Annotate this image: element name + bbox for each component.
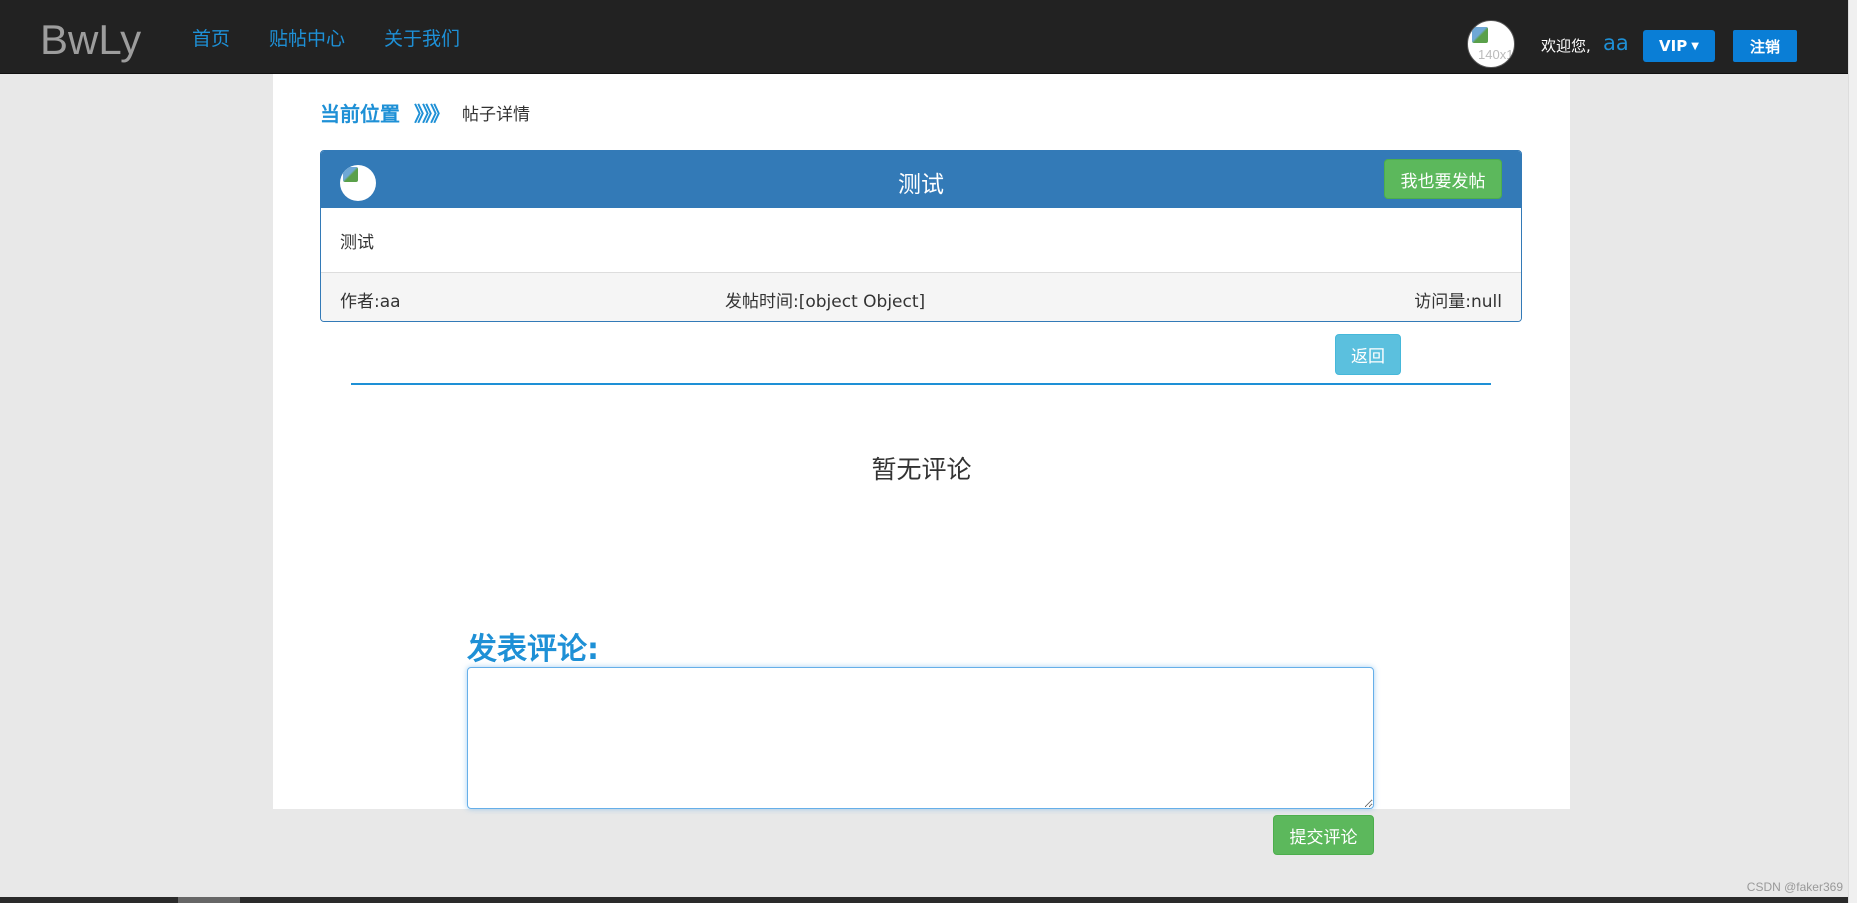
post-author: 作者:aa bbox=[340, 292, 401, 312]
post-content: 测试 bbox=[340, 233, 374, 253]
breadcrumb-label: 当前位置 bbox=[320, 102, 400, 126]
post-time: 发帖时间:[object Object] bbox=[725, 292, 926, 312]
vertical-scrollbar[interactable] bbox=[1848, 0, 1857, 903]
top-navbar: BwLy 首页 贴帖中心 关于我们 140x1 欢迎您, aa VIP ▼ 注销 bbox=[0, 0, 1848, 74]
nav-links: 首页 贴帖中心 关于我们 bbox=[192, 24, 499, 51]
avatar-alt-text: 140x1 bbox=[1478, 47, 1514, 62]
caret-down-icon: ▼ bbox=[1691, 40, 1699, 52]
section-divider bbox=[351, 383, 1491, 385]
back-button[interactable]: 返回 bbox=[1335, 334, 1401, 375]
main-container: 当前位置 》》》 帖子详情 测试 我也要发帖 测试 作者:aa 发帖时间:[ob… bbox=[273, 74, 1570, 809]
welcome-username[interactable]: aa bbox=[1603, 31, 1629, 55]
submit-comment-button[interactable]: 提交评论 bbox=[1273, 815, 1374, 855]
watermark-text: CSDN @faker369 bbox=[1746, 880, 1843, 894]
post-views: 访问量:null bbox=[1414, 292, 1502, 312]
new-post-button[interactable]: 我也要发帖 bbox=[1384, 159, 1502, 199]
vip-label: VIP bbox=[1659, 37, 1688, 55]
logout-button[interactable]: 注销 bbox=[1733, 30, 1797, 62]
breadcrumb-current: 帖子详情 bbox=[462, 105, 530, 125]
post-panel: 测试 我也要发帖 测试 作者:aa 发帖时间:[object Object] 访… bbox=[320, 150, 1522, 322]
vip-dropdown-button[interactable]: VIP ▼ bbox=[1643, 30, 1715, 62]
welcome-text: 欢迎您, bbox=[1541, 37, 1591, 55]
post-title: 测试 bbox=[898, 172, 944, 198]
post-panel-heading: 测试 我也要发帖 bbox=[321, 151, 1521, 208]
brand-logo[interactable]: BwLy bbox=[40, 16, 141, 64]
nav-link-home[interactable]: 首页 bbox=[192, 24, 230, 51]
no-comments-text: 暂无评论 bbox=[871, 455, 972, 484]
comment-form-title: 发表评论: bbox=[467, 632, 599, 667]
breadcrumb-separator: 》》》 bbox=[414, 102, 450, 126]
post-meta-footer: 作者:aa 发帖时间:[object Object] 访问量:null bbox=[321, 272, 1521, 321]
comment-textarea[interactable] bbox=[467, 667, 1374, 809]
horizontal-scrollbar[interactable] bbox=[0, 897, 1848, 903]
nav-link-post-center[interactable]: 贴帖中心 bbox=[269, 24, 345, 51]
breadcrumb: 当前位置 》》》 帖子详情 bbox=[320, 98, 530, 127]
nav-link-about[interactable]: 关于我们 bbox=[384, 24, 460, 51]
scrollbar-thumb[interactable] bbox=[178, 897, 240, 903]
user-avatar[interactable]: 140x1 bbox=[1467, 20, 1515, 68]
broken-image-icon bbox=[1472, 27, 1488, 43]
